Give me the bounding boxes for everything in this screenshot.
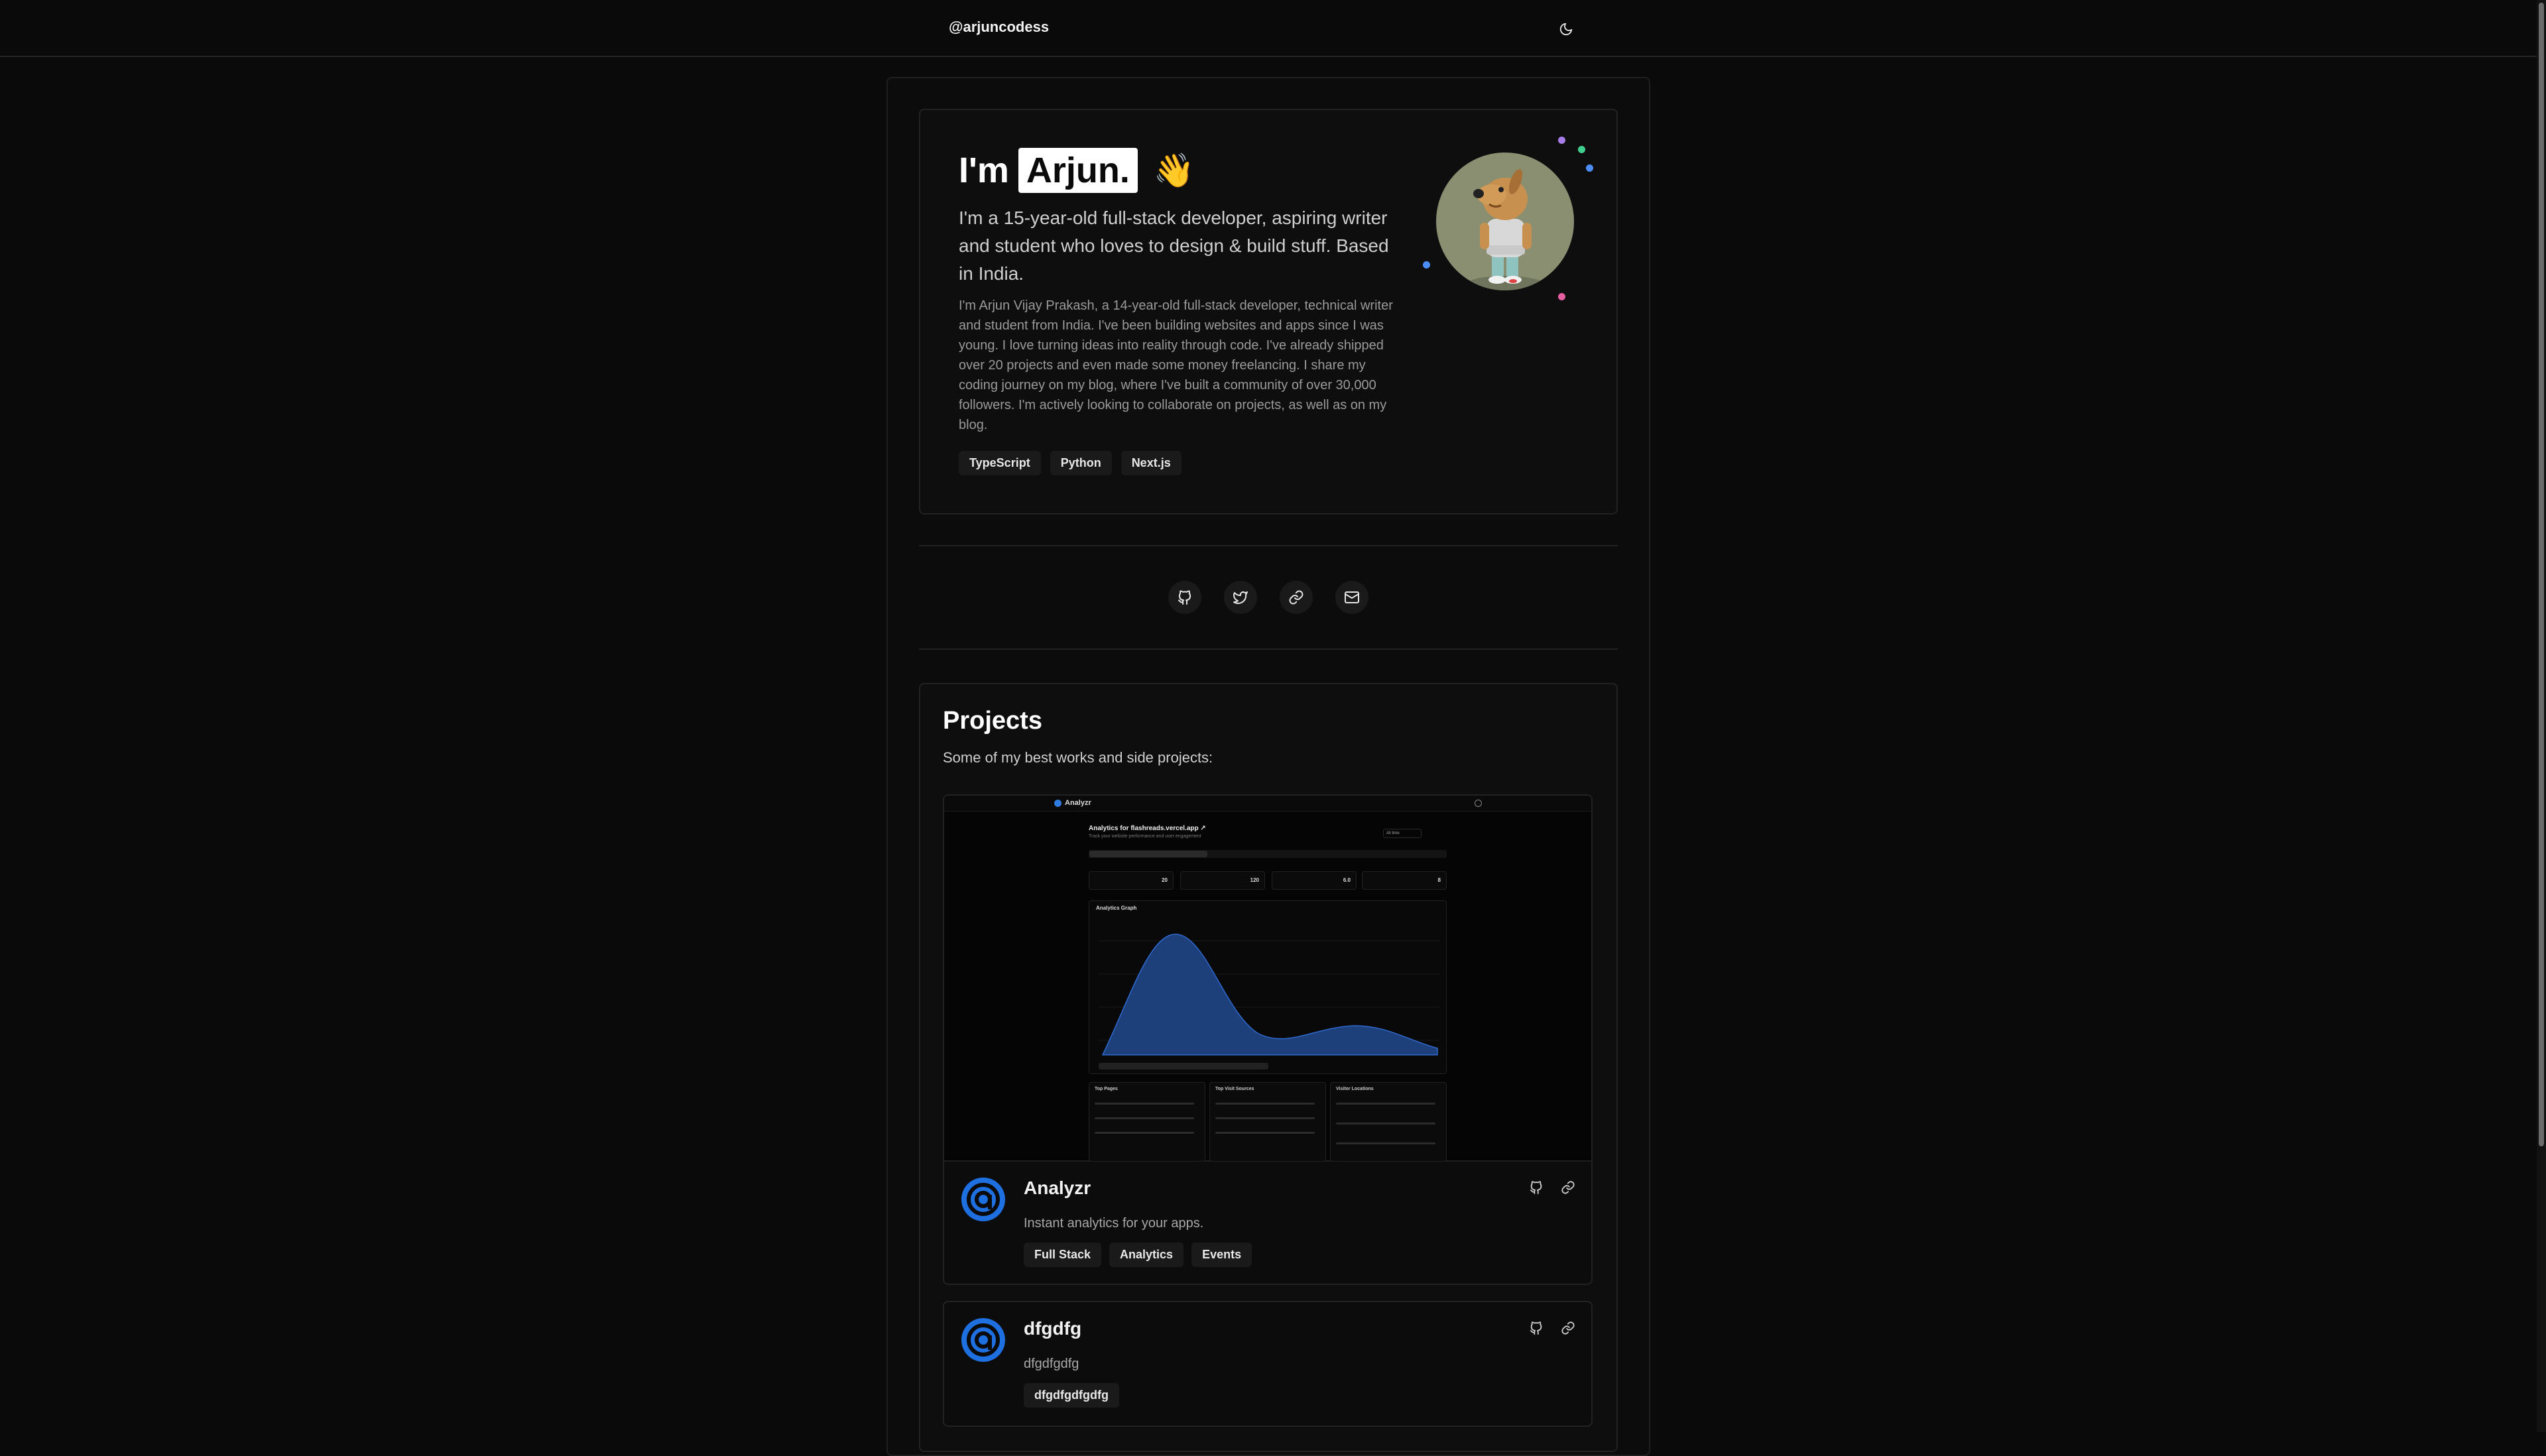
preview-stat-value: 6.0 xyxy=(1343,877,1351,883)
link-icon xyxy=(1289,590,1303,605)
analyzr-logo-icon xyxy=(961,1178,1005,1221)
project-logo-icon xyxy=(961,1318,1005,1362)
preview-area-chart xyxy=(1099,934,1439,1069)
project-info: dfgdfg dfgdfgdfg dfgdfgdfgdfg xyxy=(944,1302,1591,1426)
projects-subtitle: Some of my best works and side projects: xyxy=(943,749,1213,766)
preview-stat-value: 8 xyxy=(1437,877,1441,883)
decor-dot xyxy=(1558,293,1565,300)
moon-icon xyxy=(1559,23,1573,36)
link-icon xyxy=(1561,1321,1575,1335)
projects-title: Projects xyxy=(943,707,1042,735)
github-icon xyxy=(1178,590,1191,605)
project-tag: Full Stack xyxy=(1024,1243,1102,1267)
dog-character-avatar xyxy=(1465,169,1545,290)
preview-row xyxy=(1095,1132,1194,1134)
project-name[interactable]: dfgdfg xyxy=(1024,1318,1081,1339)
project-link-button[interactable] xyxy=(1558,1178,1578,1197)
skill-tag: Python xyxy=(1050,451,1112,475)
preview-panel: Top Visit Sources xyxy=(1209,1082,1326,1162)
preview-panel-label: Top Visit Sources xyxy=(1215,1087,1254,1091)
preview-row xyxy=(1215,1132,1315,1134)
decor-dot xyxy=(1578,146,1585,153)
skill-tag: Next.js xyxy=(1121,451,1182,475)
preview-panel: Top Pages xyxy=(1089,1082,1205,1162)
link-icon xyxy=(1561,1181,1575,1194)
preview-range-select: All time xyxy=(1383,829,1422,838)
top-navbar: @arjuncodess xyxy=(0,0,2546,57)
divider xyxy=(919,545,1618,546)
greeting-text: I'm xyxy=(959,151,1009,190)
preview-brand: Analyzr xyxy=(1065,799,1091,807)
preview-stat-value: 120 xyxy=(1250,877,1259,883)
hero-lead: I'm a 15-year-old full-stack developer, … xyxy=(959,208,1389,284)
preview-analytics-graph: Analytics Graph xyxy=(1089,900,1447,1074)
skill-tag: TypeScript xyxy=(959,451,1041,475)
project-github-button[interactable] xyxy=(1526,1178,1546,1197)
preview-row xyxy=(1336,1122,1435,1124)
project-tags: Full Stack Analytics Events xyxy=(1024,1243,1252,1267)
project-actions xyxy=(1526,1178,1578,1197)
preview-stat: 20 xyxy=(1089,871,1174,890)
page-scrollbar[interactable] xyxy=(2537,0,2546,1432)
preview-panel-label: Visitor Locations xyxy=(1336,1087,1374,1091)
preview-row xyxy=(1095,1117,1194,1119)
preview-row xyxy=(1336,1142,1435,1144)
project-actions xyxy=(1526,1318,1578,1338)
project-tag: Events xyxy=(1191,1243,1252,1267)
project-card-analyzr[interactable]: Analyzr Analytics for flashreads.vercel.… xyxy=(943,794,1593,1285)
preview-tabs xyxy=(1089,850,1447,858)
project-preview-image[interactable]: Analyzr Analytics for flashreads.vercel.… xyxy=(944,796,1591,1162)
decor-dot xyxy=(1423,261,1430,269)
github-icon xyxy=(1530,1321,1542,1335)
preview-stat-value: 20 xyxy=(1162,877,1168,883)
github-link[interactable] xyxy=(1168,581,1201,614)
twitter-icon xyxy=(1233,591,1248,604)
preview-subtitle: Track your website performance and user … xyxy=(1089,834,1201,839)
preview-logo-icon xyxy=(1054,800,1061,807)
preview-title: Analytics for flashreads.vercel.app ↗ xyxy=(1089,825,1206,832)
preview-row xyxy=(1095,1103,1194,1105)
project-tags: dfgdfgdfgdfg xyxy=(1024,1383,1119,1408)
project-tag: Analytics xyxy=(1109,1243,1184,1267)
preview-tab-active xyxy=(1089,851,1207,857)
project-github-button[interactable] xyxy=(1526,1318,1546,1338)
preview-stat: 6.0 xyxy=(1272,871,1357,890)
preview-stat: 120 xyxy=(1180,871,1265,890)
project-tag: dfgdfgdfgdfg xyxy=(1024,1383,1119,1408)
social-links xyxy=(1168,581,1368,614)
theme-toggle-button[interactable] xyxy=(1554,17,1578,41)
skill-tags: TypeScript Python Next.js xyxy=(959,451,1182,475)
website-link[interactable] xyxy=(1280,581,1313,614)
project-link-button[interactable] xyxy=(1558,1318,1578,1338)
project-description: Instant analytics for your apps. xyxy=(1024,1216,1204,1231)
email-link[interactable] xyxy=(1335,581,1368,614)
preview-row xyxy=(1215,1103,1315,1105)
preview-panel: Visitor Locations xyxy=(1330,1082,1447,1162)
decor-dot xyxy=(1586,164,1593,172)
project-card-dfgdfg[interactable]: dfgdfg dfgdfgdfg dfgdfgdfgdfg xyxy=(943,1301,1593,1427)
preview-row xyxy=(1215,1117,1315,1119)
preview-theme-icon xyxy=(1475,800,1482,807)
avatar-container xyxy=(1423,133,1593,312)
scrollbar-thumb[interactable] xyxy=(2539,3,2544,1146)
name-highlight: Arjun. xyxy=(1018,148,1138,193)
wave-emoji: 👋 xyxy=(1153,151,1195,189)
project-name[interactable]: Analyzr xyxy=(1024,1178,1091,1199)
preview-panel-label: Top Pages xyxy=(1095,1087,1118,1091)
mail-icon xyxy=(1345,591,1359,603)
twitter-link[interactable] xyxy=(1224,581,1257,614)
divider xyxy=(919,648,1618,650)
decor-dot xyxy=(1558,137,1565,144)
project-description: dfgdfgdfg xyxy=(1024,1357,1079,1371)
preview-stat: 8 xyxy=(1362,871,1447,890)
site-handle[interactable]: @arjuncodess xyxy=(949,19,1049,36)
avatar xyxy=(1436,152,1574,290)
hero-bio: I'm Arjun Vijay Prakash, a 14-year-old f… xyxy=(959,298,1393,432)
project-info: Analyzr Instant analytics for your apps.… xyxy=(944,1162,1591,1284)
hero-heading: I'm Arjun. 👋 xyxy=(959,147,1195,194)
preview-row xyxy=(1336,1103,1435,1105)
preview-navbar: Analyzr xyxy=(944,796,1591,812)
github-icon xyxy=(1530,1181,1542,1195)
